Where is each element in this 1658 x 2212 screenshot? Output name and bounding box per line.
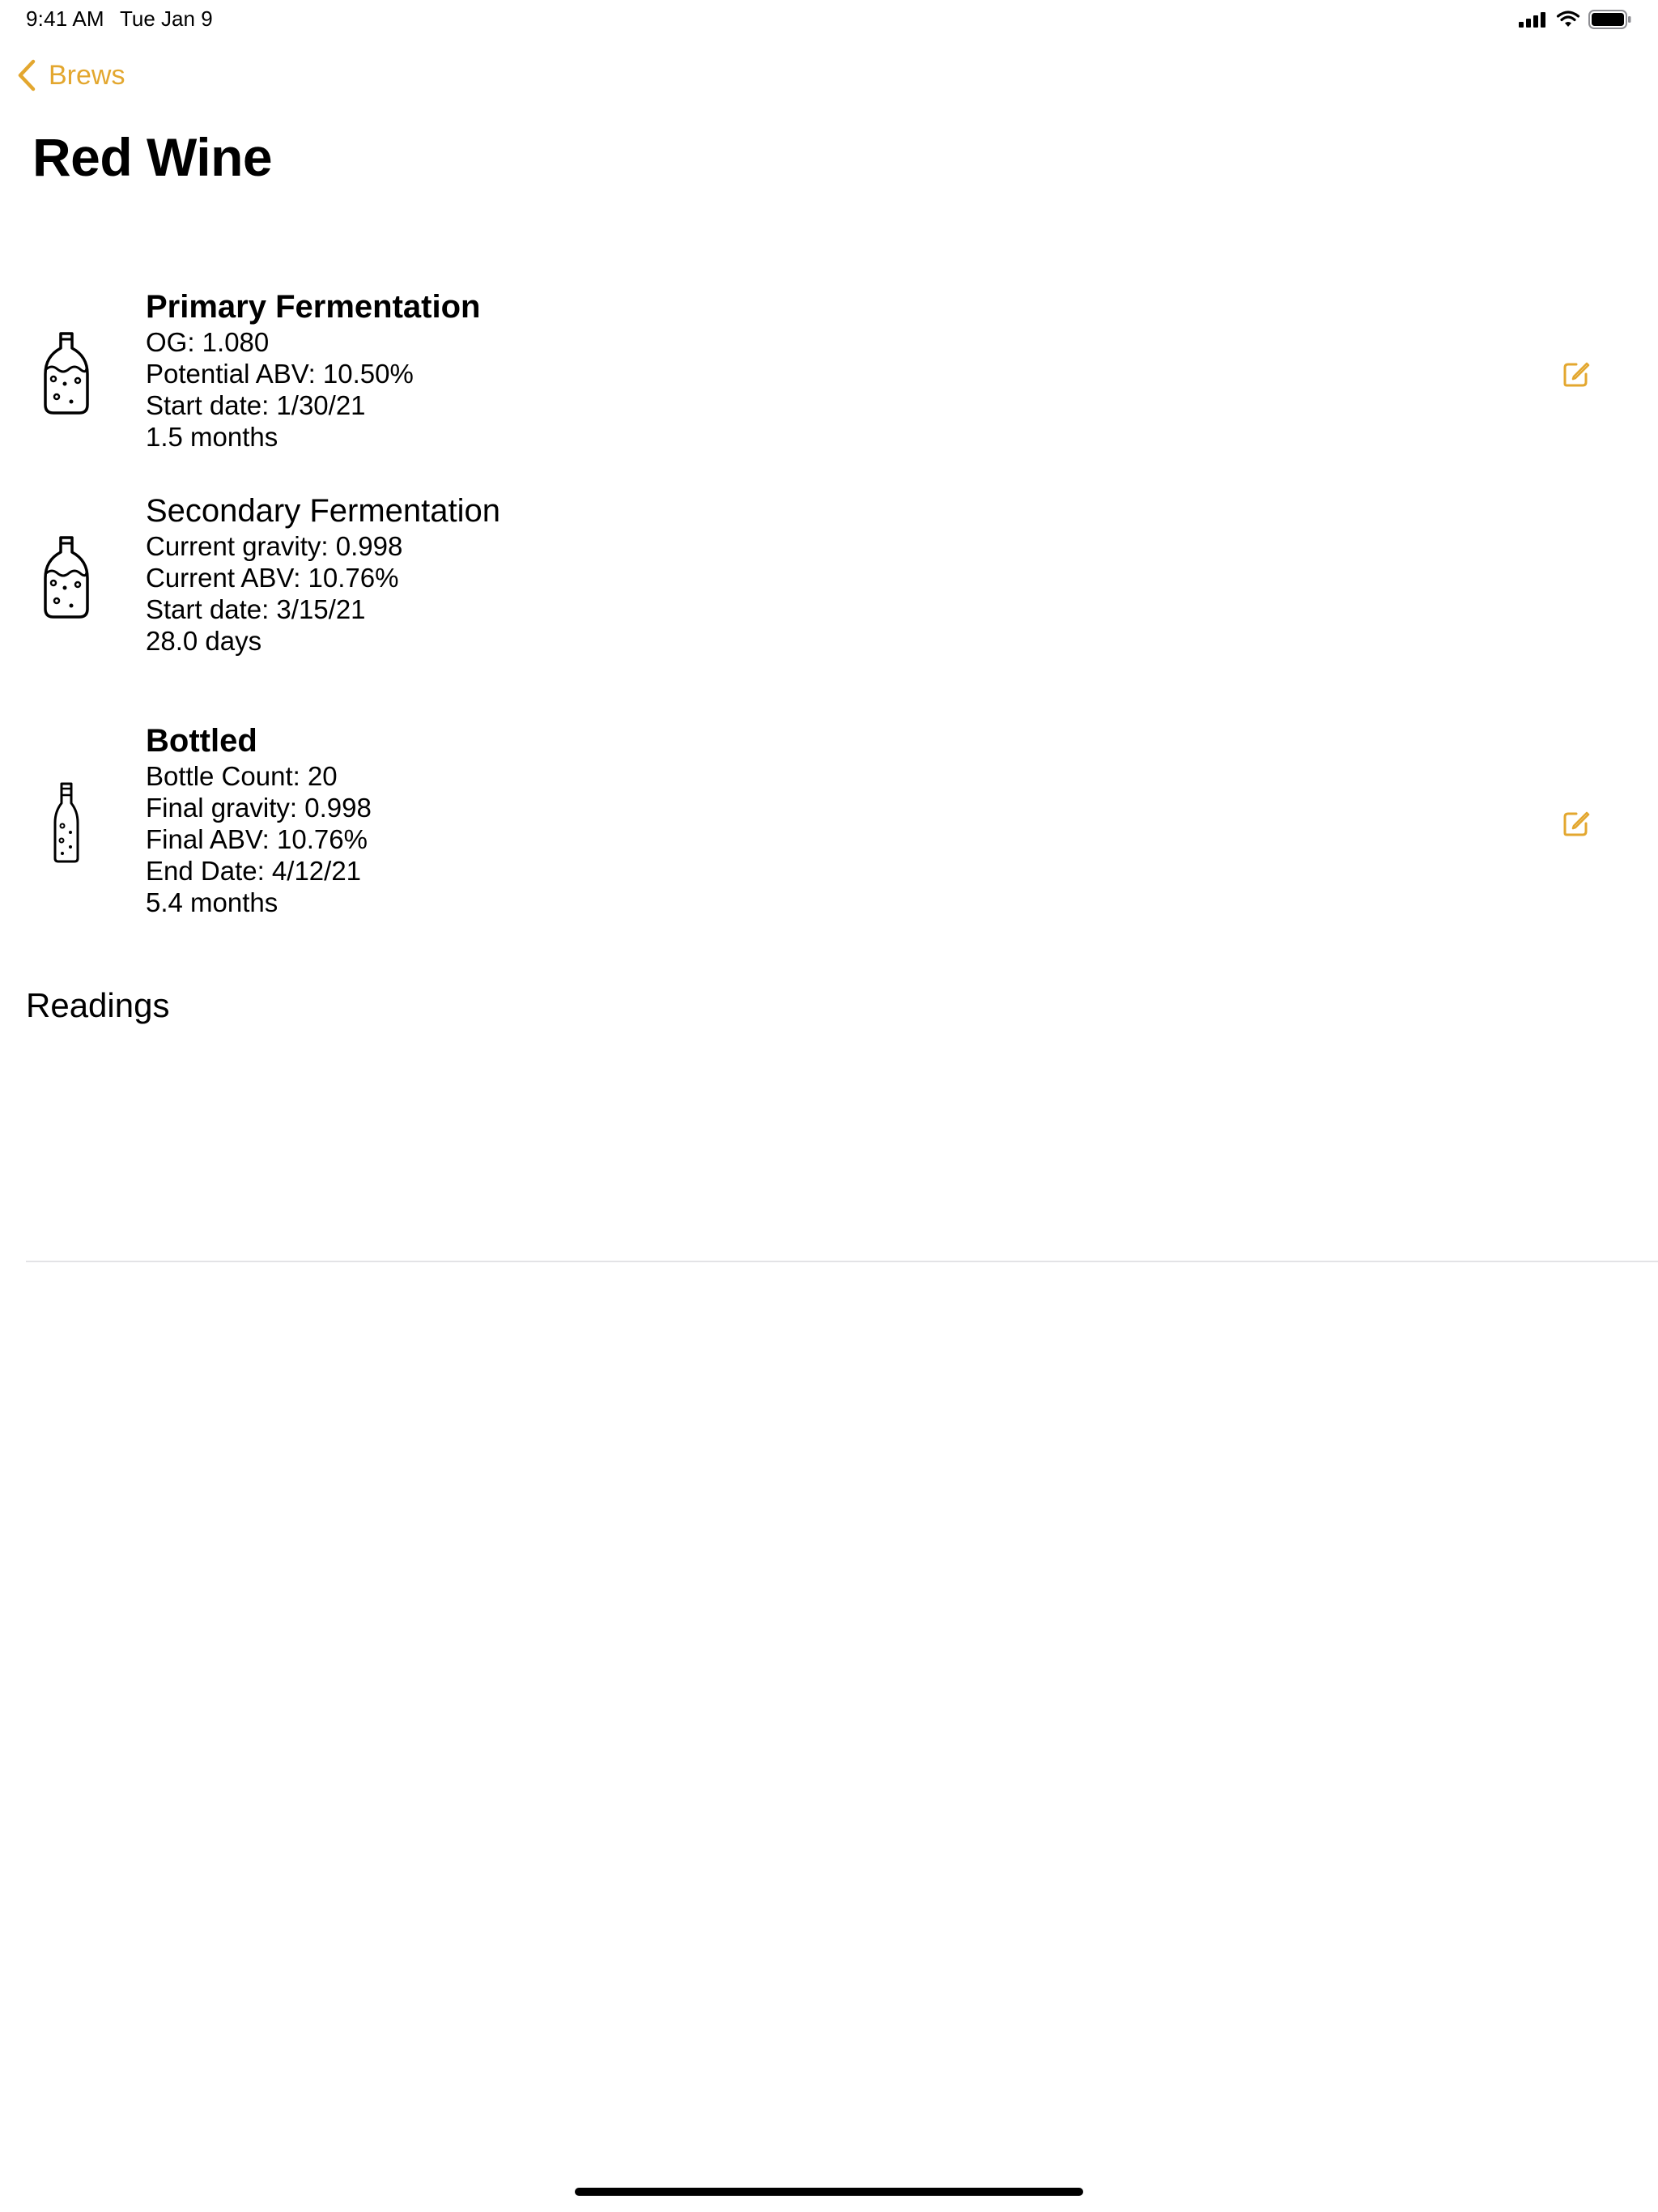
- edit-icon[interactable]: [1562, 809, 1591, 838]
- stage-detail: 28.0 days: [146, 626, 262, 656]
- back-button[interactable]: Brews: [16, 58, 125, 92]
- stage-detail: Start date: 1/30/21: [146, 390, 366, 420]
- stage-title-secondary: Secondary Fermentation: [146, 493, 501, 529]
- divider: [26, 1261, 1658, 1262]
- status-icons: [1519, 10, 1632, 29]
- stage-detail: Start date: 3/15/21: [146, 594, 366, 624]
- chevron-left-icon: [18, 59, 36, 91]
- home-indicator[interactable]: [575, 2188, 1083, 2196]
- battery-icon: [1588, 10, 1631, 29]
- stage-detail: 5.4 months: [146, 887, 278, 917]
- stage-detail: Bottle Count: 20: [146, 761, 338, 791]
- status-date: Tue Jan 9: [120, 6, 213, 31]
- stage-title-primary: Primary Fermentation: [146, 289, 481, 325]
- status-time: 9:41 AM: [26, 6, 104, 31]
- stage-detail: Current ABV: 10.76%: [146, 563, 399, 593]
- readings-chart-area: [26, 1044, 1658, 1260]
- wifi-icon: [1556, 11, 1580, 27]
- stage-row-secondary: Secondary Fermentation Current gravity: …: [0, 491, 1658, 661]
- stage-detail: Potential ABV: 10.50%: [146, 359, 414, 389]
- stage-detail: 1.5 months: [146, 422, 278, 452]
- carboy-icon: [44, 536, 89, 619]
- stage-detail: Final ABV: 10.76%: [146, 824, 368, 854]
- stage-title-bottled: Bottled: [146, 723, 257, 759]
- edit-icon[interactable]: [1562, 359, 1591, 389]
- stage-detail: Current gravity: 0.998: [146, 531, 403, 561]
- page-title: Red Wine: [32, 127, 273, 187]
- back-button-label: Brews: [49, 59, 125, 91]
- stage-row-primary: Primary Fermentation OG: 1.080 Potential…: [0, 287, 1658, 457]
- stage-detail: End Date: 4/12/21: [146, 856, 362, 886]
- bottle-icon: [53, 782, 79, 863]
- readings-section-title: Readings: [26, 986, 170, 1024]
- stage-row-bottled: Bottled Bottle Count: 20 Final gravity: …: [0, 721, 1658, 924]
- stage-detail: OG: 1.080: [146, 327, 270, 357]
- cellular-signal-icon: [1519, 12, 1545, 28]
- stage-detail: Final gravity: 0.998: [146, 793, 372, 823]
- carboy-icon: [44, 332, 89, 415]
